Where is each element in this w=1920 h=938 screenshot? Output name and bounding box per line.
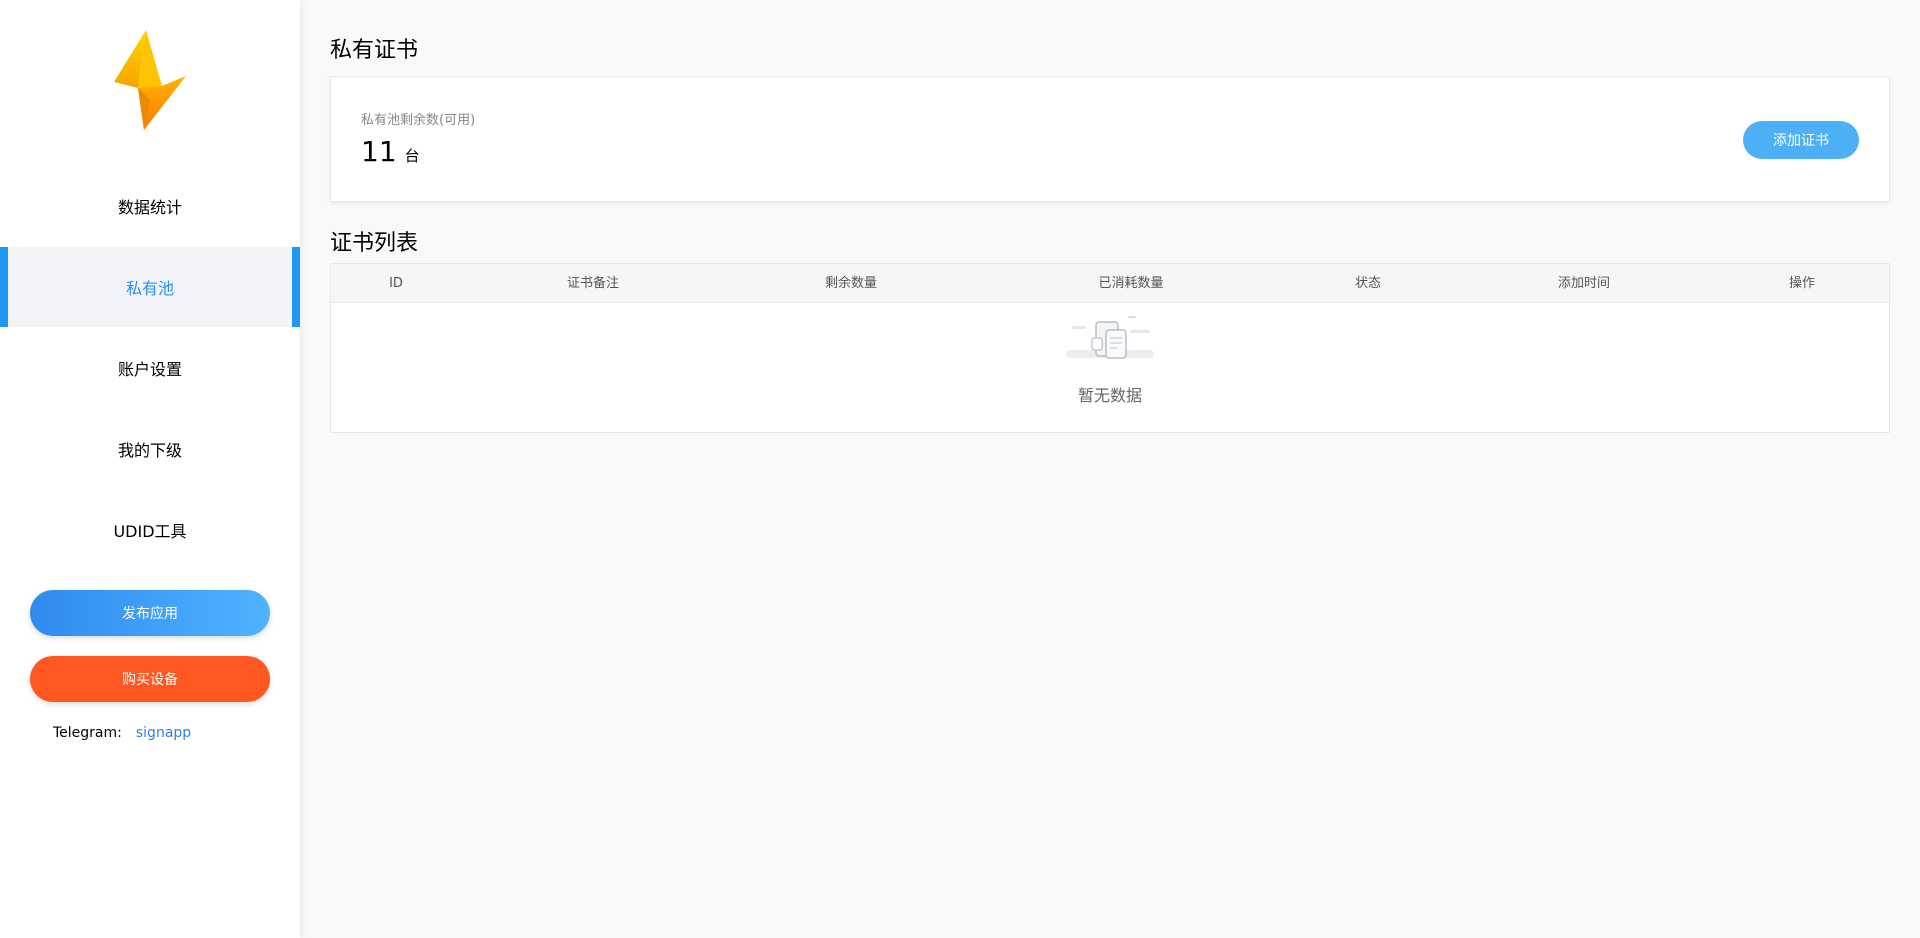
pool-remaining-label: 私有池剩余数(可用) [361, 113, 476, 128]
sidebar-item-label: UDID工具 [113, 522, 187, 541]
column-header-remark: 证书备注 [566, 276, 620, 291]
column-header-id: ID [389, 276, 403, 291]
buy-device-button[interactable]: 购买设备 [30, 656, 270, 702]
empty-data-icon [1066, 316, 1154, 359]
column-header-added-time: 添加时间 [1557, 276, 1611, 291]
sidebar-item-label: 我的下级 [117, 441, 182, 460]
pool-summary-card: 私有池剩余数(可用) 11 台 添加证书 [330, 76, 1890, 202]
sidebar-item-private-pool[interactable]: 私有池 [0, 247, 300, 327]
sidebar-item-label: 账户设置 [117, 360, 182, 379]
page-title: 私有证书 [330, 38, 419, 63]
pool-count-value: 11 [361, 135, 397, 168]
column-header-remaining: 剩余数量 [824, 276, 878, 291]
sidebar-item-label: 数据统计 [117, 198, 182, 217]
certificate-list-title: 证书列表 [330, 231, 419, 256]
telegram-link[interactable]: signapp [136, 725, 191, 741]
pool-remaining-count: 11 台 [361, 135, 420, 168]
lightning-logo-icon [114, 30, 186, 130]
publish-app-button[interactable]: 发布应用 [30, 590, 270, 636]
empty-data-text: 暂无数据 [1077, 386, 1142, 405]
column-header-status: 状态 [1354, 276, 1382, 291]
pool-count-unit: 台 [404, 147, 420, 165]
sidebar-item-subordinates[interactable]: 我的下级 [0, 409, 300, 489]
telegram-contact: Telegram: signapp [53, 725, 191, 741]
sidebar-item-label: 私有池 [125, 279, 174, 298]
add-certificate-button[interactable]: 添加证书 [1743, 121, 1859, 159]
sidebar: 数据统计 私有池 账户设置 我的下级 UDID工具 发布应用 购买设备 Tele… [0, 0, 300, 938]
table-header: ID 证书备注 剩余数量 已消耗数量 状态 添加时间 操作 [331, 264, 1889, 303]
sidebar-item-udid-tool[interactable]: UDID工具 [0, 490, 300, 570]
column-header-actions: 操作 [1788, 276, 1816, 291]
sidebar-item-stats[interactable]: 数据统计 [0, 166, 300, 246]
certificate-table: ID 证书备注 剩余数量 已消耗数量 状态 添加时间 操作 暂无数据 [330, 263, 1890, 433]
telegram-label: Telegram: [53, 725, 122, 741]
column-header-consumed: 已消耗数量 [1098, 276, 1164, 291]
sidebar-item-account-settings[interactable]: 账户设置 [0, 328, 300, 408]
